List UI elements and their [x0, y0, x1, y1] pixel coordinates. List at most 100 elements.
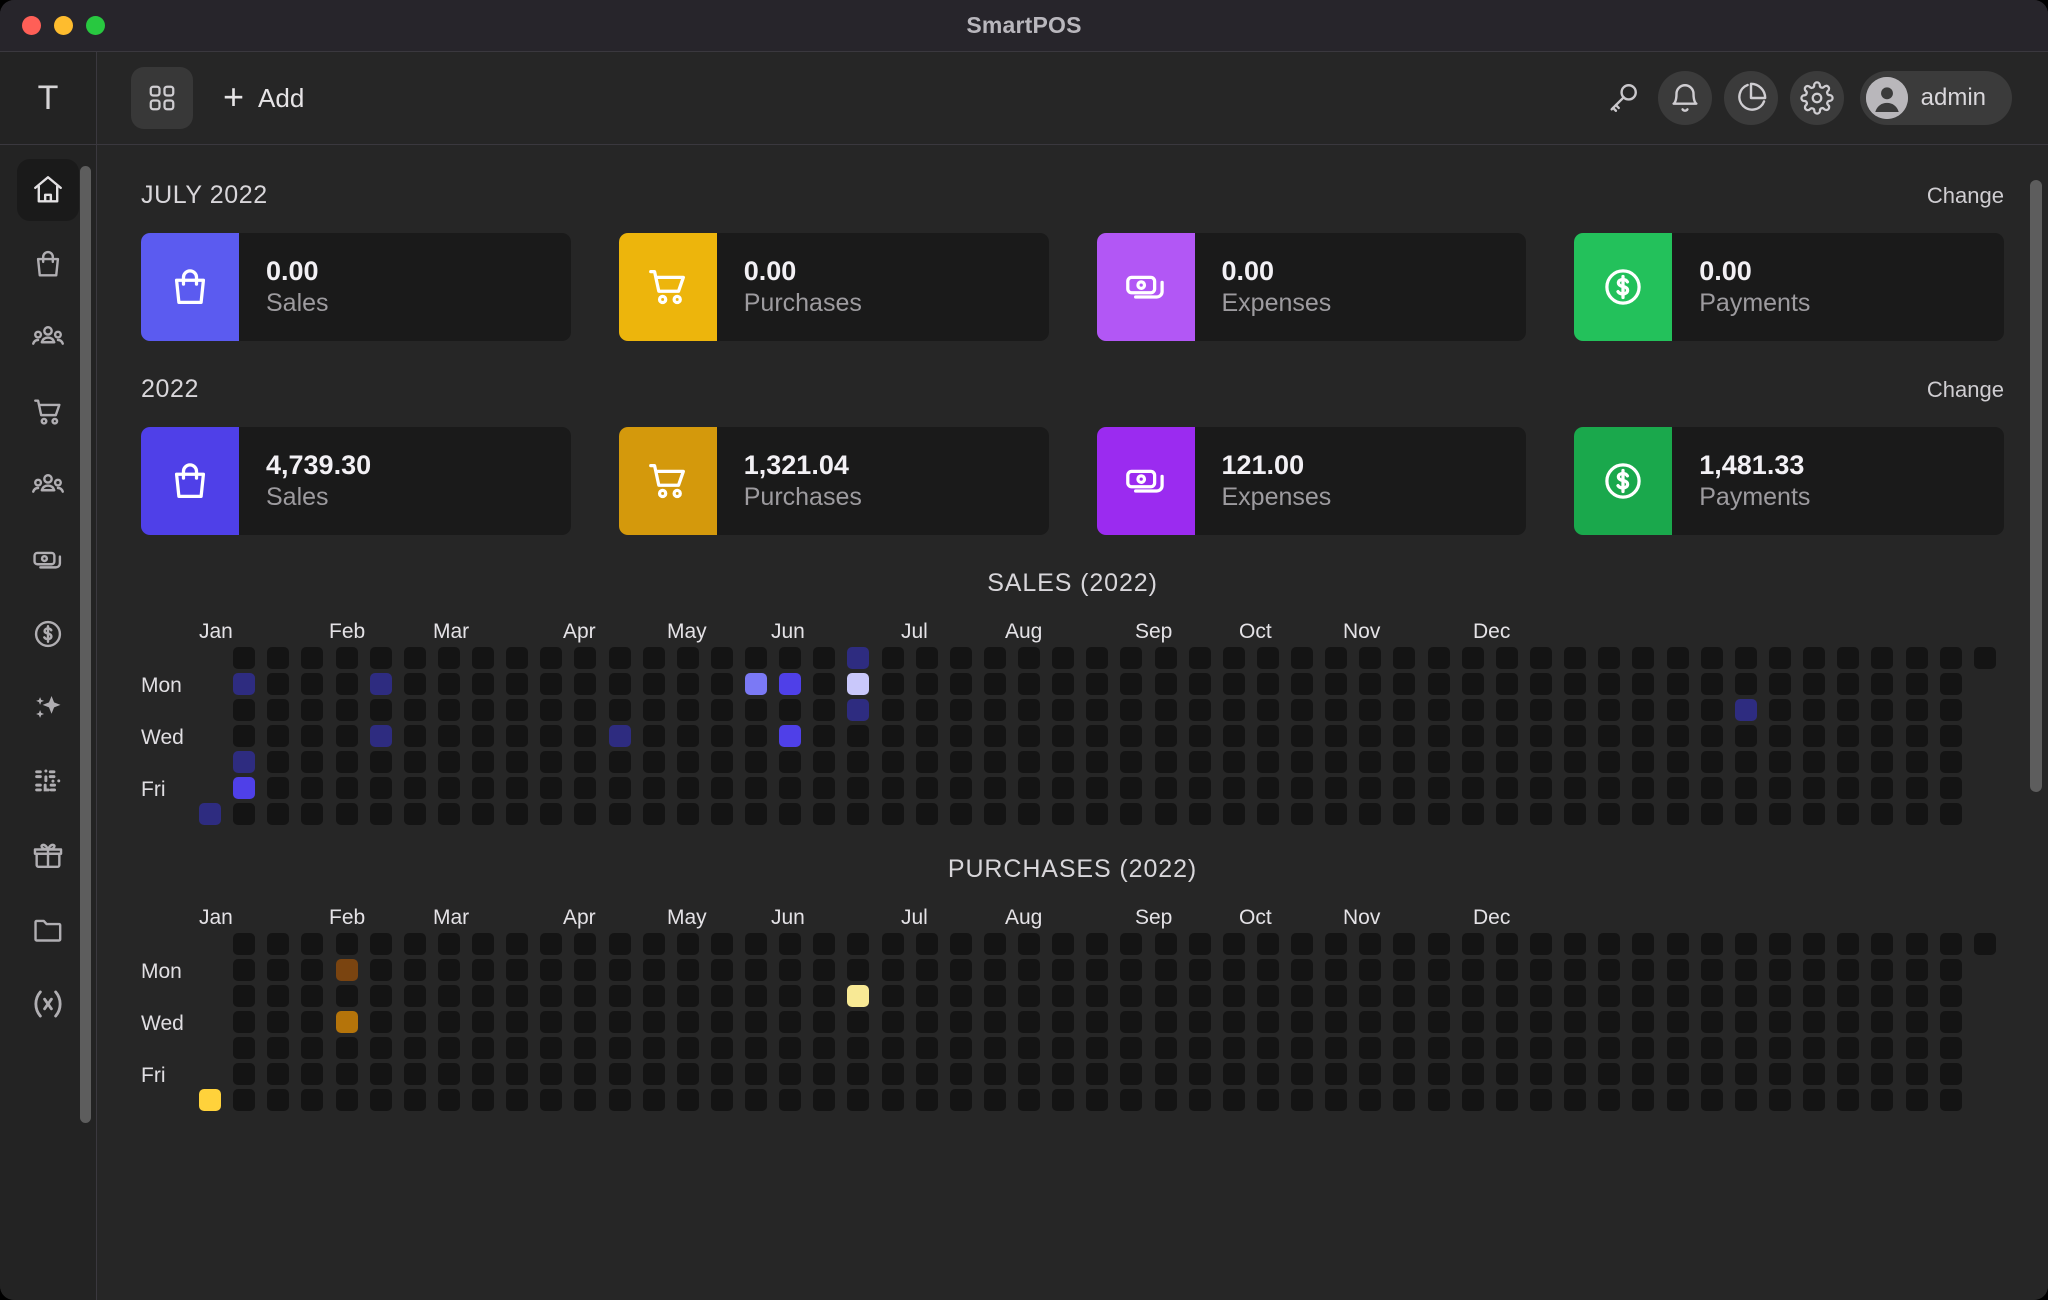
- heatmap-cell[interactable]: [711, 1089, 733, 1111]
- heatmap-cell[interactable]: [1018, 959, 1040, 981]
- heatmap-cell[interactable]: [1871, 1063, 1893, 1085]
- heatmap-cell[interactable]: [1291, 1063, 1313, 1085]
- heatmap-cell[interactable]: [1871, 751, 1893, 773]
- heatmap-cell[interactable]: [1086, 985, 1108, 1007]
- heatmap-cell[interactable]: [1325, 803, 1347, 825]
- heatmap-cell[interactable]: [1223, 673, 1245, 695]
- heatmap-cell[interactable]: [199, 1089, 221, 1111]
- heatmap-cell[interactable]: [1940, 1037, 1962, 1059]
- stat-card-expenses[interactable]: 0.00 Expenses: [1097, 233, 1527, 341]
- heatmap-cell[interactable]: [301, 1063, 323, 1085]
- heatmap-cell[interactable]: [1428, 647, 1450, 669]
- heatmap-cell[interactable]: [1564, 1037, 1586, 1059]
- heatmap-cell[interactable]: [506, 1011, 528, 1033]
- heatmap-cell[interactable]: [813, 959, 835, 981]
- heatmap-cell[interactable]: [1564, 985, 1586, 1007]
- heatmap-cell[interactable]: [1428, 725, 1450, 747]
- heatmap-cell[interactable]: [1393, 803, 1415, 825]
- heatmap-cell[interactable]: [1564, 803, 1586, 825]
- heatmap-cell[interactable]: [643, 647, 665, 669]
- heatmap-cell[interactable]: [506, 647, 528, 669]
- heatmap-cell[interactable]: [336, 959, 358, 981]
- heatmap-cell[interactable]: [233, 985, 255, 1007]
- heatmap-cell[interactable]: [267, 725, 289, 747]
- heatmap-cell[interactable]: [1871, 673, 1893, 695]
- heatmap-cell[interactable]: [1530, 699, 1552, 721]
- heatmap-cell[interactable]: [438, 985, 460, 1007]
- heatmap-cell[interactable]: [472, 933, 494, 955]
- sidebar-scrollbar[interactable]: [80, 155, 91, 1294]
- heatmap-cell[interactable]: [1632, 1011, 1654, 1033]
- heatmap-cell[interactable]: [1086, 647, 1108, 669]
- heatmap-cell[interactable]: [847, 725, 869, 747]
- heatmap-cell[interactable]: [711, 725, 733, 747]
- heatmap-cell[interactable]: [1564, 1089, 1586, 1111]
- heatmap-cell[interactable]: [813, 933, 835, 955]
- heatmap-cell[interactable]: [472, 699, 494, 721]
- heatmap-cell[interactable]: [882, 803, 904, 825]
- heatmap-cell[interactable]: [1906, 933, 1928, 955]
- heatmap-cell[interactable]: [1393, 1089, 1415, 1111]
- heatmap-cell[interactable]: [916, 933, 938, 955]
- heatmap-cell[interactable]: [1155, 699, 1177, 721]
- heatmap-cell[interactable]: [199, 803, 221, 825]
- heatmap-cell[interactable]: [1223, 803, 1245, 825]
- heatmap-cell[interactable]: [1769, 1089, 1791, 1111]
- heatmap-cell[interactable]: [370, 985, 392, 1007]
- heatmap-cell[interactable]: [1906, 985, 1928, 1007]
- heatmap-cell[interactable]: [472, 803, 494, 825]
- heatmap-cell[interactable]: [1189, 777, 1211, 799]
- change-period-link[interactable]: Change: [1927, 183, 2004, 209]
- heatmap-cell[interactable]: [1871, 647, 1893, 669]
- heatmap-cell[interactable]: [1223, 777, 1245, 799]
- heatmap-cell[interactable]: [336, 673, 358, 695]
- heatmap-cell[interactable]: [301, 751, 323, 773]
- heatmap-cell[interactable]: [1598, 1063, 1620, 1085]
- heatmap-cell[interactable]: [1428, 985, 1450, 1007]
- heatmap-cell[interactable]: [1803, 777, 1825, 799]
- heatmap-cell[interactable]: [1052, 959, 1074, 981]
- heatmap-cell[interactable]: [1667, 699, 1689, 721]
- heatmap-cell[interactable]: [1803, 933, 1825, 955]
- heatmap-cell[interactable]: [677, 1011, 699, 1033]
- heatmap-cell[interactable]: [1155, 803, 1177, 825]
- heatmap-cell[interactable]: [1223, 751, 1245, 773]
- bell-icon[interactable]: [1658, 71, 1712, 125]
- heatmap-cell[interactable]: [1291, 751, 1313, 773]
- heatmap-cell[interactable]: [1803, 803, 1825, 825]
- heatmap-cell[interactable]: [506, 673, 528, 695]
- main-scrollbar-thumb[interactable]: [2030, 180, 2042, 792]
- heatmap-cell[interactable]: [1189, 959, 1211, 981]
- heatmap-cell[interactable]: [984, 803, 1006, 825]
- heatmap-cell[interactable]: [233, 959, 255, 981]
- heatmap-cell[interactable]: [404, 725, 426, 747]
- heatmap-cell[interactable]: [540, 803, 562, 825]
- heatmap-cell[interactable]: [438, 699, 460, 721]
- heatmap-cell[interactable]: [404, 985, 426, 1007]
- heatmap-cell[interactable]: [1291, 1037, 1313, 1059]
- heatmap-cell[interactable]: [847, 1063, 869, 1085]
- heatmap-cell[interactable]: [1735, 1037, 1757, 1059]
- heatmap-cell[interactable]: [1803, 725, 1825, 747]
- sidebar-item-banknotes[interactable]: [17, 529, 79, 591]
- heatmap-cell[interactable]: [370, 725, 392, 747]
- heatmap-cell[interactable]: [438, 1063, 460, 1085]
- heatmap-cell[interactable]: [1564, 959, 1586, 981]
- heatmap-cell[interactable]: [540, 959, 562, 981]
- heatmap-cell[interactable]: [779, 777, 801, 799]
- heatmap-cell[interactable]: [472, 751, 494, 773]
- stat-card-payments[interactable]: 1,481.33 Payments: [1574, 427, 2004, 535]
- heatmap-cell[interactable]: [1393, 647, 1415, 669]
- heatmap-cell[interactable]: [1223, 1089, 1245, 1111]
- heatmap-cell[interactable]: [1803, 1063, 1825, 1085]
- heatmap-cell[interactable]: [1632, 985, 1654, 1007]
- heatmap-cell[interactable]: [1496, 1089, 1518, 1111]
- heatmap-cell[interactable]: [1598, 985, 1620, 1007]
- heatmap-cell[interactable]: [301, 725, 323, 747]
- heatmap-cell[interactable]: [1701, 1089, 1723, 1111]
- heatmap-cell[interactable]: [1257, 933, 1279, 955]
- heatmap-cell[interactable]: [1462, 1063, 1484, 1085]
- heatmap-cell[interactable]: [1564, 647, 1586, 669]
- heatmap-cell[interactable]: [1120, 751, 1142, 773]
- heatmap-cell[interactable]: [916, 985, 938, 1007]
